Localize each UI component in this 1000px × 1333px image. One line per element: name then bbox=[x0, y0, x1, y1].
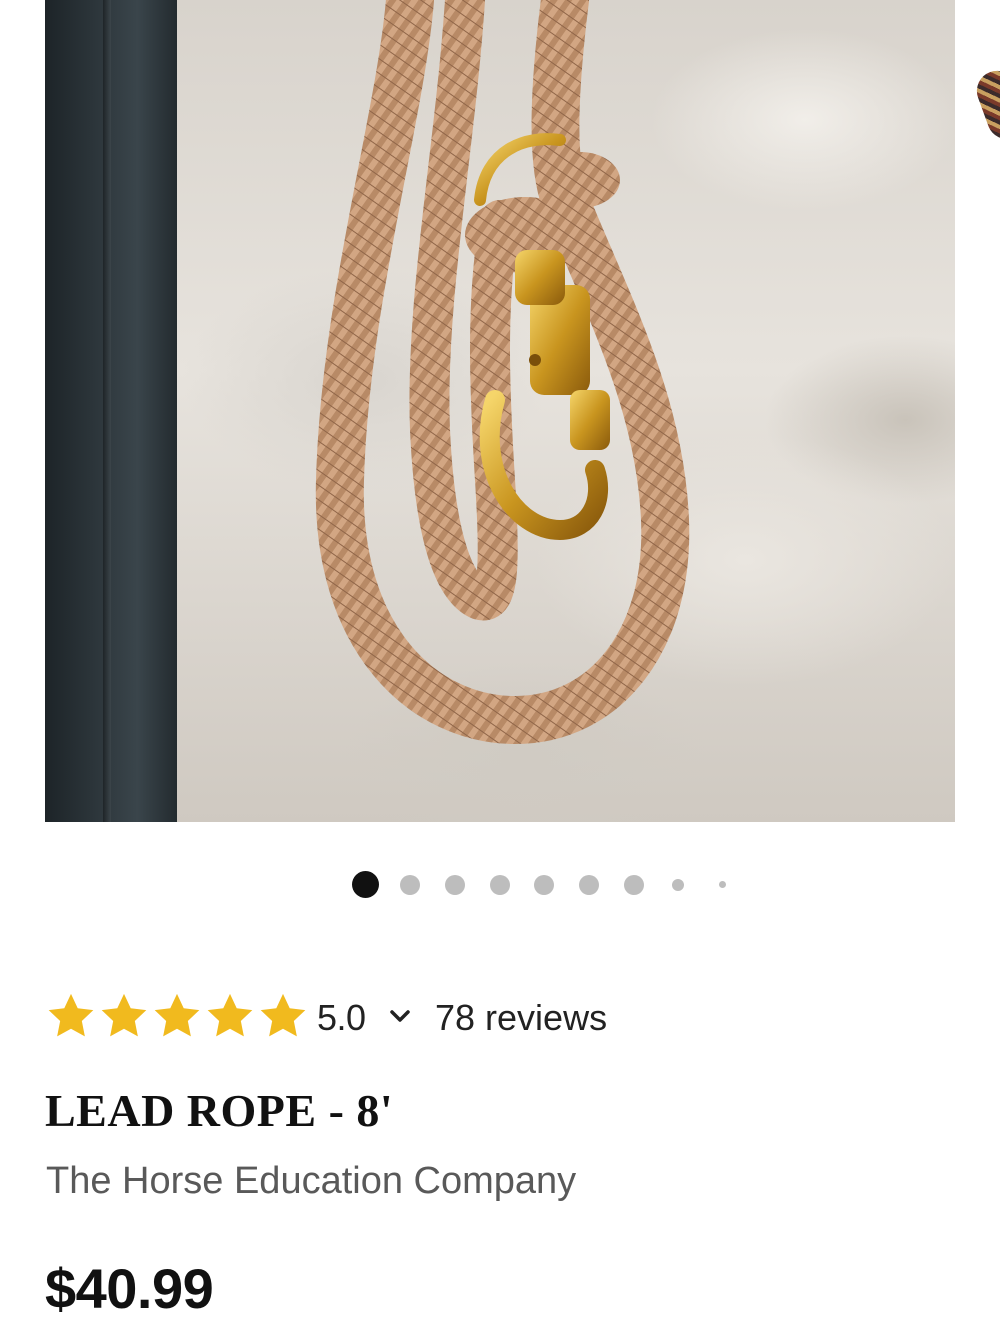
carousel-dot[interactable] bbox=[352, 871, 379, 898]
reviews-link[interactable]: 78 reviews bbox=[435, 997, 607, 1039]
star-icon bbox=[154, 993, 200, 1037]
carousel-dot[interactable] bbox=[445, 875, 465, 895]
chevron-down-icon[interactable] bbox=[388, 1007, 412, 1027]
product-image-carousel[interactable] bbox=[45, 0, 955, 822]
product-title: LEAD ROPE - 8' bbox=[45, 1085, 394, 1136]
carousel-dot[interactable] bbox=[719, 881, 726, 888]
carousel-dot[interactable] bbox=[534, 875, 554, 895]
star-icon bbox=[260, 993, 306, 1037]
product-photo-lead-rope bbox=[315, 0, 690, 745]
carousel-dot[interactable] bbox=[672, 879, 684, 891]
rating-value: 5.0 bbox=[317, 997, 366, 1038]
star-icon bbox=[48, 993, 94, 1037]
carousel-dot[interactable] bbox=[400, 875, 420, 895]
shop-name-link[interactable]: The Horse Education Company bbox=[46, 1160, 576, 1203]
carousel-dot[interactable] bbox=[490, 875, 510, 895]
carousel-pagination bbox=[0, 860, 1000, 910]
product-price: $40.99 bbox=[45, 1257, 214, 1320]
carousel-dot[interactable] bbox=[624, 875, 644, 895]
star-icon bbox=[101, 993, 147, 1037]
carousel-dot[interactable] bbox=[579, 875, 599, 895]
next-image-peek[interactable] bbox=[971, 65, 1000, 145]
star-icon bbox=[207, 993, 253, 1037]
rating-summary[interactable]: 5.0 78 reviews bbox=[45, 990, 745, 1046]
